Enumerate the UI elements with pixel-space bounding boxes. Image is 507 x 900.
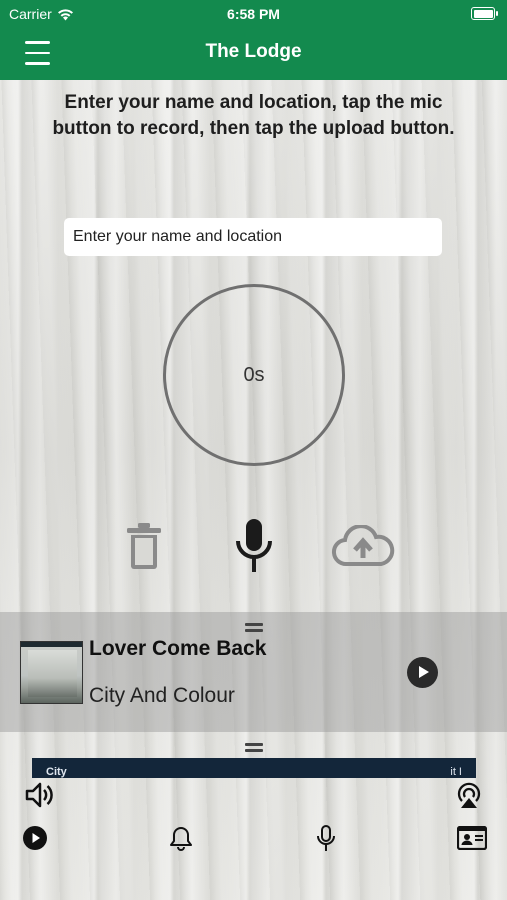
tab-notifications[interactable] (170, 826, 192, 856)
speaker-icon (25, 782, 53, 808)
cloud-upload-icon (332, 525, 395, 567)
drag-handle-icon[interactable] (245, 623, 263, 632)
microphone-icon (236, 519, 272, 572)
delete-recording-button[interactable] (118, 517, 170, 575)
airplay-button[interactable] (454, 780, 484, 815)
airplay-icon (457, 782, 481, 808)
play-button[interactable] (407, 657, 438, 688)
status-time: 6:58 PM (227, 6, 280, 22)
status-bar: Carrier 6:58 PM (0, 0, 507, 28)
battery-level (473, 9, 493, 18)
video-strip: City it I (32, 758, 476, 778)
drag-handle-icon[interactable] (245, 743, 263, 752)
track-title: Lover Come Back (89, 637, 267, 660)
trash-icon (127, 523, 161, 569)
bell-icon (170, 827, 192, 851)
tab-contact[interactable] (456, 825, 488, 855)
track-artist: City And Colour (89, 684, 235, 707)
tab-record[interactable] (316, 825, 336, 857)
album-artwork (20, 641, 83, 704)
record-button[interactable] (228, 517, 280, 575)
battery-icon (471, 7, 498, 20)
play-circle-icon (23, 826, 47, 850)
video-strip-right-text: it I (450, 766, 462, 778)
microphone-icon (317, 825, 335, 851)
navigation-bar: The Lodge (0, 28, 507, 80)
record-timer-label: 0s (243, 364, 265, 386)
name-location-input[interactable] (64, 218, 442, 256)
volume-button[interactable] (24, 780, 54, 815)
tab-play[interactable] (23, 826, 47, 855)
video-strip-left-text: City (46, 766, 67, 778)
upload-button[interactable] (330, 517, 396, 575)
page-title: The Lodge (205, 41, 302, 62)
instructions-text: Enter your name and location, tap the mi… (52, 92, 455, 139)
contact-card-icon (456, 825, 488, 851)
